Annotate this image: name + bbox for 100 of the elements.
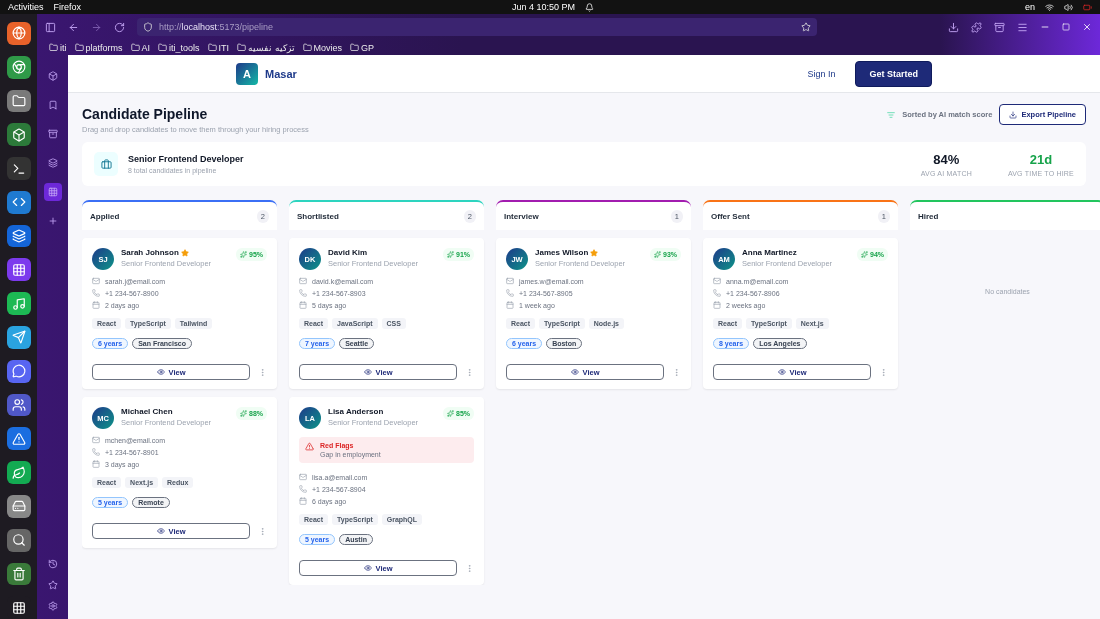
sparkle-icon — [240, 410, 247, 417]
brand-name[interactable]: Masar — [265, 67, 297, 80]
layers-icon[interactable] — [6, 224, 31, 248]
language-indicator[interactable]: en — [1025, 2, 1035, 12]
activities-button[interactable]: Activities — [8, 2, 44, 12]
get-started-button[interactable]: Get Started — [855, 60, 932, 87]
eye-icon — [777, 368, 786, 376]
bookmark-folder[interactable]: AI — [130, 42, 151, 53]
sparkle-icon — [240, 251, 247, 258]
reload-icon[interactable] — [114, 21, 125, 33]
column-title: Hired — [918, 211, 939, 221]
box-icon[interactable] — [6, 123, 31, 147]
sort-icon — [887, 110, 896, 119]
eye-icon — [363, 368, 372, 376]
sparkle-icon — [861, 251, 868, 258]
maximize-icon[interactable] — [1062, 23, 1070, 31]
shield-icon[interactable] — [143, 22, 153, 32]
folder-icon[interactable] — [6, 89, 31, 113]
eye-icon — [570, 368, 579, 376]
send-icon[interactable] — [6, 326, 31, 349]
close-icon[interactable] — [1082, 22, 1092, 32]
eye-icon — [363, 564, 372, 572]
mail-icon — [92, 277, 100, 285]
logo-mark[interactable]: A — [236, 62, 258, 85]
calendar-icon — [92, 460, 100, 468]
column-title: Shortlisted — [297, 211, 339, 221]
sidebar-icon[interactable] — [45, 21, 56, 33]
wifi-icon[interactable] — [1045, 2, 1054, 12]
bookmark-folder[interactable]: iti_tools — [158, 42, 200, 53]
stat-value: 21d — [1029, 151, 1053, 167]
star-icon[interactable] — [47, 580, 58, 590]
volume-icon[interactable] — [1064, 2, 1073, 12]
chat-icon[interactable] — [6, 359, 31, 383]
download-icon[interactable] — [948, 21, 959, 33]
search-icon[interactable] — [6, 528, 31, 552]
column-title: Applied — [90, 211, 120, 221]
candidate-name: Sarah Johnson — [121, 248, 179, 257]
app-name: Firefox — [53, 2, 82, 12]
clock[interactable]: Jun 4 10:50 PM — [512, 2, 576, 12]
settings-icon[interactable] — [47, 601, 58, 611]
mail-icon — [713, 277, 721, 285]
job-title: Senior Frontend Developer — [128, 154, 244, 164]
candidate-name: Anna Martinez — [742, 248, 797, 257]
code-icon[interactable] — [6, 190, 31, 214]
star-icon — [590, 248, 599, 257]
phone-icon — [92, 448, 100, 456]
history-icon[interactable] — [47, 559, 58, 569]
column-title: Interview — [504, 211, 539, 221]
bookmark-folder[interactable]: ITI — [207, 42, 230, 53]
grid-icon[interactable] — [6, 258, 31, 282]
page-title: Candidate Pipeline — [82, 106, 209, 122]
music-icon[interactable] — [6, 292, 31, 316]
folder-icon — [49, 43, 58, 52]
bookmark-star-icon[interactable] — [801, 22, 811, 32]
menu-icon[interactable] — [1017, 21, 1028, 33]
bookmark-folder[interactable]: تزكيه نفسيه — [237, 42, 295, 53]
sparkle-icon — [447, 410, 454, 417]
folder-icon — [207, 43, 217, 52]
phone-icon — [713, 289, 721, 297]
users-icon[interactable] — [6, 393, 31, 417]
triangle-icon[interactable] — [6, 427, 31, 451]
candidate-name: James Wilson — [535, 248, 589, 257]
folder-icon — [74, 43, 84, 52]
folder-icon — [350, 43, 360, 52]
briefcase-icon — [94, 152, 118, 176]
candidate-name: David Kim — [328, 248, 368, 257]
download-icon — [1009, 110, 1018, 119]
mail-icon — [92, 436, 100, 444]
column-title: Offer Sent — [711, 211, 750, 221]
bookmark-folder[interactable]: Movies — [302, 42, 343, 53]
calendar-icon — [299, 497, 307, 505]
bookmark-folder[interactable]: iti — [49, 42, 67, 53]
sparkle-icon — [654, 251, 661, 258]
leaf-icon[interactable] — [6, 461, 31, 484]
eye-icon — [156, 527, 165, 535]
bookmark-folder[interactable]: platforms — [74, 42, 123, 53]
archive-icon[interactable] — [994, 21, 1005, 33]
folder-icon — [130, 43, 140, 52]
calendar-icon — [506, 301, 514, 309]
candidate-name: Lisa Anderson — [328, 407, 384, 416]
extensions-icon[interactable] — [971, 21, 982, 33]
browser-icon[interactable] — [6, 55, 31, 79]
mail-icon — [299, 473, 307, 481]
bell-icon[interactable] — [585, 2, 595, 12]
terminal-icon[interactable] — [6, 157, 31, 180]
phone-icon — [92, 289, 100, 297]
folder-icon — [158, 43, 168, 52]
calendar-icon — [92, 301, 100, 309]
sign-in-link[interactable]: Sign In — [807, 68, 836, 79]
back-icon[interactable] — [68, 21, 79, 33]
trash-icon[interactable] — [6, 562, 31, 586]
eye-icon — [156, 368, 165, 376]
candidate-name: Michael Chen — [121, 407, 173, 416]
folder-icon — [302, 43, 312, 52]
stat-value: 84% — [933, 151, 960, 167]
address-bar[interactable]: http://localhost:5173/pipeline — [137, 18, 817, 36]
phone-icon — [299, 289, 307, 297]
bookmark-folder[interactable]: GP — [350, 42, 375, 53]
forward-icon[interactable] — [91, 21, 102, 33]
mail-icon — [299, 277, 307, 285]
